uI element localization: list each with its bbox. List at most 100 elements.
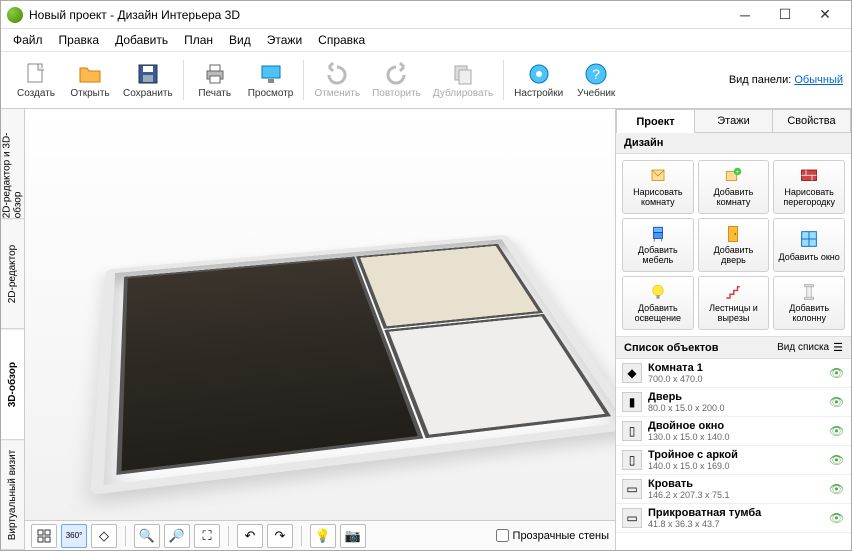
maximize-button[interactable]: ☐	[765, 2, 805, 28]
viewport-toolbar: 360° ◇ 🔍 🔎 ⛶ ↶ ↷ 💡 📷 Прозрачные стены	[25, 520, 615, 550]
view-mode-tabs: 2D-редактор и 3D-обзор 2D-редактор 3D-об…	[1, 109, 25, 550]
object-name: Кровать	[648, 478, 829, 490]
door-icon	[721, 225, 745, 243]
redo-icon	[383, 62, 409, 86]
app-icon	[7, 7, 23, 23]
stairs-button[interactable]: Лестницы и вырезы	[698, 276, 770, 330]
open-button[interactable]: Открыть	[63, 60, 117, 101]
folder-open-icon	[77, 62, 103, 86]
menu-help[interactable]: Справка	[312, 31, 371, 49]
new-file-icon	[23, 62, 49, 86]
panel-view-link[interactable]: Обычный	[794, 74, 843, 86]
lighting-icon[interactable]: 💡	[310, 524, 336, 548]
object-type-icon: ◆	[622, 363, 642, 383]
svg-text:+: +	[736, 170, 740, 176]
visibility-eye-icon[interactable]: 👁	[829, 366, 845, 380]
transparent-walls-checkbox[interactable]: Прозрачные стены	[496, 529, 609, 542]
chair-icon	[646, 225, 670, 243]
object-name: Комната 1	[648, 362, 829, 374]
list-view-icon[interactable]: ☰	[833, 341, 843, 354]
create-button[interactable]: Создать	[9, 60, 63, 101]
menu-edit[interactable]: Правка	[53, 31, 106, 49]
visibility-eye-icon[interactable]: 👁	[829, 511, 845, 525]
settings-button[interactable]: Настройки	[508, 60, 569, 101]
object-type-icon: ▮	[622, 392, 642, 412]
3d-viewport[interactable]	[25, 109, 615, 520]
object-dimensions: 146.2 x 207.3 x 75.1	[648, 490, 829, 500]
stairs-icon	[721, 283, 745, 301]
rotate-ccw-icon[interactable]: ↶	[237, 524, 263, 548]
object-type-icon: ▯	[622, 450, 642, 470]
visibility-eye-icon[interactable]: 👁	[829, 424, 845, 438]
add-window-button[interactable]: Добавить окно	[773, 218, 845, 272]
right-panel: Проект Этажи Свойства Дизайн Нарисовать …	[615, 109, 851, 550]
object-name: Дверь	[648, 391, 829, 403]
panel-view-label: Вид панели:	[729, 74, 791, 86]
question-icon: ?	[583, 62, 609, 86]
tab-project[interactable]: Проект	[616, 109, 695, 133]
view-quad-icon[interactable]	[31, 524, 57, 548]
print-button[interactable]: Печать	[188, 60, 242, 101]
menu-plan[interactable]: План	[178, 31, 219, 49]
zoom-in-icon[interactable]: 🔍	[134, 524, 160, 548]
list-item[interactable]: ▮ Дверь 80.0 x 15.0 x 200.0 👁	[616, 388, 851, 417]
vtab-2d[interactable]: 2D-редактор	[1, 219, 24, 329]
menu-file[interactable]: Файл	[7, 31, 49, 49]
add-column-button[interactable]: Добавить колонну	[773, 276, 845, 330]
close-button[interactable]: ✕	[805, 2, 845, 28]
view-360-icon[interactable]: 360°	[61, 524, 87, 548]
add-lighting-button[interactable]: Добавить освещение	[622, 276, 694, 330]
object-name: Тройное с аркой	[648, 449, 829, 461]
list-item[interactable]: ▭ Прикроватная тумба 41.8 x 36.3 x 43.7 …	[616, 504, 851, 533]
object-dimensions: 130.0 x 15.0 x 140.0	[648, 432, 829, 442]
view-cube-icon[interactable]: ◇	[91, 524, 117, 548]
menu-bar: Файл Правка Добавить План Вид Этажи Спра…	[1, 29, 851, 51]
camera-icon[interactable]: 📷	[340, 524, 366, 548]
duplicate-button[interactable]: Дублировать	[427, 60, 499, 101]
rotate-cw-icon[interactable]: ↷	[267, 524, 293, 548]
list-item[interactable]: ▯ Двойное окно 130.0 x 15.0 x 140.0 👁	[616, 417, 851, 446]
gear-icon	[526, 62, 552, 86]
visibility-eye-icon[interactable]: 👁	[829, 482, 845, 496]
wall-icon	[797, 167, 821, 185]
tab-props[interactable]: Свойства	[773, 109, 851, 133]
vtab-2d3d[interactable]: 2D-редактор и 3D-обзор	[1, 109, 24, 219]
menu-view[interactable]: Вид	[223, 31, 257, 49]
object-name: Прикроватная тумба	[648, 507, 829, 519]
menu-add[interactable]: Добавить	[109, 31, 174, 49]
menu-floors[interactable]: Этажи	[261, 31, 308, 49]
preview-button[interactable]: Просмотр	[242, 60, 300, 101]
list-item[interactable]: ▯ Тройное с аркой 140.0 x 15.0 x 169.0 👁	[616, 446, 851, 475]
add-furniture-button[interactable]: Добавить мебель	[622, 218, 694, 272]
zoom-out-icon[interactable]: 🔎	[164, 524, 190, 548]
undo-icon	[324, 62, 350, 86]
draw-room-button[interactable]: Нарисовать комнату	[622, 160, 694, 214]
object-type-icon: ▭	[622, 479, 642, 499]
help-button[interactable]: ? Учебник	[569, 60, 623, 101]
vtab-3d[interactable]: 3D-обзор	[1, 330, 24, 440]
object-name: Двойное окно	[648, 420, 829, 432]
object-dimensions: 700.0 x 470.0	[648, 374, 829, 384]
svg-text:?: ?	[592, 66, 600, 82]
save-button[interactable]: Сохранить	[117, 60, 179, 101]
main-toolbar: Создать Открыть Сохранить Печать Просмот…	[1, 51, 851, 109]
redo-button[interactable]: Повторить	[366, 60, 427, 101]
design-section-header: Дизайн	[616, 133, 851, 154]
vtab-virtual[interactable]: Виртуальный визит	[1, 440, 24, 550]
visibility-eye-icon[interactable]: 👁	[829, 453, 845, 467]
minimize-button[interactable]: ─	[725, 2, 765, 28]
undo-button[interactable]: Отменить	[308, 60, 366, 101]
objects-list[interactable]: ◆ Комната 1 700.0 x 470.0 👁▮ Дверь 80.0 …	[616, 359, 851, 550]
tab-floors[interactable]: Этажи	[695, 109, 773, 133]
save-icon	[135, 62, 161, 86]
column-icon	[797, 283, 821, 301]
draw-partition-button[interactable]: Нарисовать перегородку	[773, 160, 845, 214]
list-item[interactable]: ▭ Кровать 146.2 x 207.3 x 75.1 👁	[616, 475, 851, 504]
zoom-fit-icon[interactable]: ⛶	[194, 524, 220, 548]
list-item[interactable]: ◆ Комната 1 700.0 x 470.0 👁	[616, 359, 851, 388]
add-room-button[interactable]: + Добавить комнату	[698, 160, 770, 214]
object-dimensions: 140.0 x 15.0 x 169.0	[648, 461, 829, 471]
window-icon	[797, 228, 821, 250]
visibility-eye-icon[interactable]: 👁	[829, 395, 845, 409]
add-door-button[interactable]: Добавить дверь	[698, 218, 770, 272]
